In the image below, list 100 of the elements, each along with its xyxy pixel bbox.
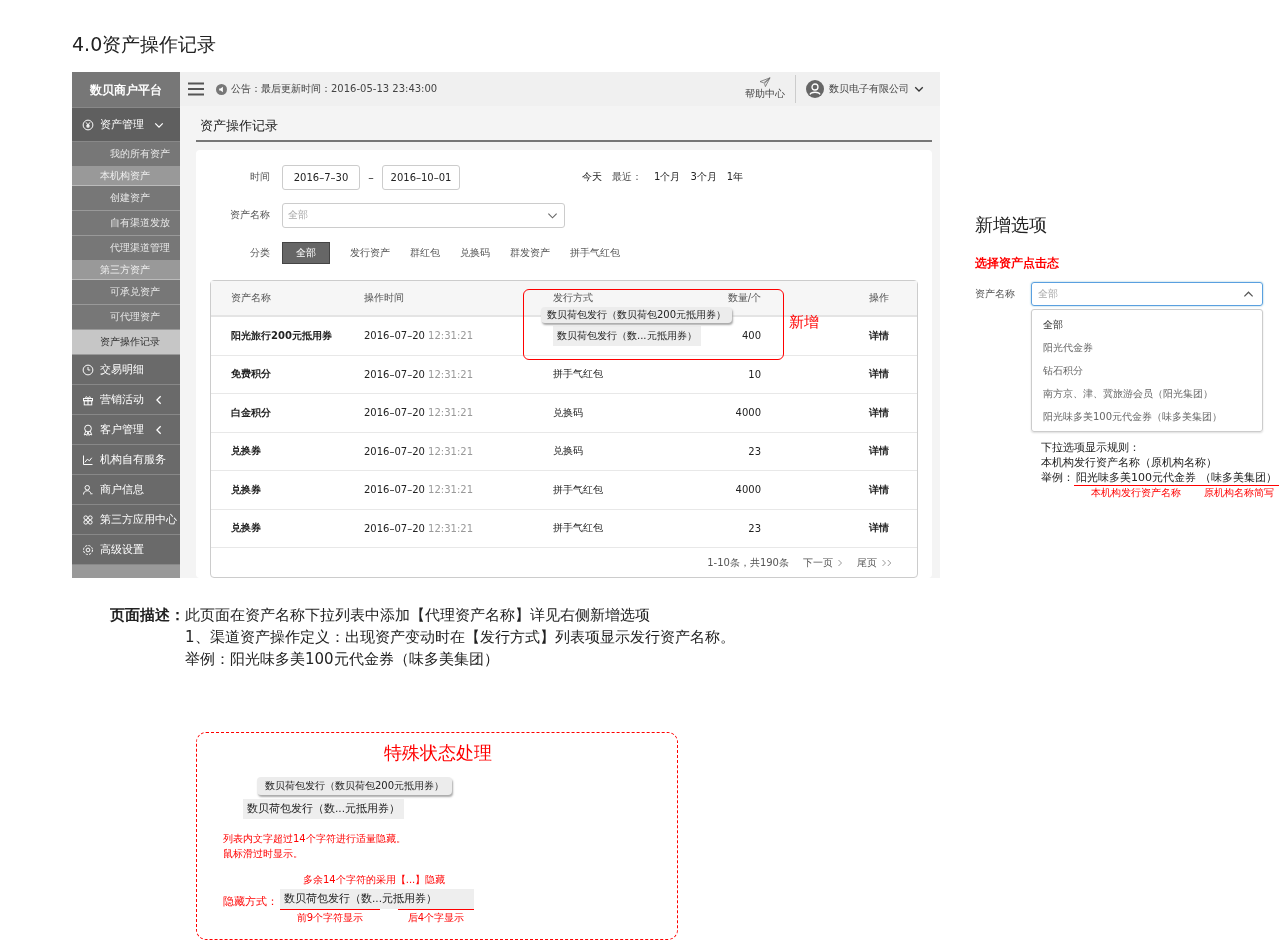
- clock-icon: [82, 363, 94, 376]
- today-link[interactable]: 今天: [582, 170, 602, 184]
- field-label: 资产名称: [229, 208, 270, 222]
- avatar-icon: [806, 80, 824, 98]
- menu-item[interactable]: 客户管理: [72, 415, 180, 445]
- dropdown-option[interactable]: 全部: [1032, 313, 1262, 336]
- chart-icon: [82, 453, 94, 466]
- detail-link[interactable]: 详情: [869, 368, 889, 380]
- menu-item[interactable]: 机构自有服务: [72, 445, 180, 475]
- truncated-cell[interactable]: 数贝荷包发行（数...元抵用券）: [553, 325, 701, 346]
- submenu-item[interactable]: 资产操作记录: [72, 330, 180, 355]
- operation-time: 12:31:21: [428, 368, 473, 380]
- table-cell: 23: [748, 445, 761, 457]
- range-link[interactable]: 1年: [726, 170, 744, 184]
- submenu-item[interactable]: 自有渠道发放: [72, 211, 180, 236]
- category-tab[interactable]: 兑换码: [460, 243, 490, 263]
- chevron-right-icon: [837, 558, 843, 567]
- table-cell: 400: [741, 330, 761, 342]
- date-field[interactable]: 2016–10–01: [382, 164, 460, 190]
- operation-time: 12:31:21: [428, 445, 473, 457]
- range-link[interactable]: 3个月: [690, 170, 717, 184]
- section-title: 特殊状态处理: [383, 741, 493, 765]
- table-cell: 兑换码: [553, 445, 583, 457]
- annotation-text: 鼠标滑过时显示。: [223, 847, 304, 861]
- chevron-left-icon: [154, 424, 164, 435]
- column-header: 操作: [868, 291, 890, 305]
- rule-text: 本机构发行资产名称（原机构名称）: [1041, 455, 1218, 470]
- category-tab[interactable]: 发行资产: [350, 243, 390, 263]
- paper-plane-icon: [759, 77, 771, 87]
- field-label: 资产名称: [975, 287, 1016, 301]
- operation-date: 2016–07–20: [364, 484, 425, 496]
- submenu-item[interactable]: 代理渠道管理: [72, 236, 180, 261]
- help-center-button[interactable]: 帮助中心: [745, 77, 785, 101]
- truncated-cell: 数贝荷包发行（数...元抵用券）: [243, 799, 404, 819]
- table-cell-text: 白金积分: [231, 405, 272, 420]
- notice-text: 公告：最后更新时间：2016-05-13 23:43:00: [231, 82, 438, 96]
- truncated-cell: 数贝荷包发行（数...元抵用券）: [280, 889, 474, 909]
- category-tab[interactable]: 群发资产: [510, 243, 550, 263]
- submenu-item[interactable]: 可承兑资产: [72, 280, 180, 305]
- column-header: 操作时间: [364, 291, 405, 305]
- gift-icon: [82, 393, 94, 406]
- example-text: 阳光味多美100元代金券: [1074, 470, 1198, 486]
- chevron-left-icon: [154, 394, 164, 405]
- menu-item[interactable]: 第三方应用中心: [72, 505, 180, 535]
- table-cell: 拼手气红包: [553, 483, 603, 495]
- operation-date: 2016–07–20: [364, 445, 425, 457]
- user-icon: [82, 483, 94, 496]
- menu-item[interactable]: 商户信息: [72, 475, 180, 505]
- category-tab[interactable]: 全部: [282, 242, 330, 264]
- table-cell: 拼手气红包: [553, 522, 603, 534]
- column-header: 发行方式: [553, 291, 594, 305]
- column-header: 资产名称: [231, 291, 272, 305]
- annotation-text: 选择资产点击态: [975, 255, 1060, 272]
- last-page-link[interactable]: 尾页: [857, 555, 893, 570]
- category-tab[interactable]: 拼手气红包: [570, 243, 620, 263]
- detail-link[interactable]: 详情: [869, 483, 889, 495]
- field-label: 时间: [249, 170, 270, 184]
- range-link[interactable]: 1个月: [654, 170, 681, 184]
- table-cell: 23: [748, 522, 761, 534]
- menu-icon[interactable]: [188, 82, 204, 96]
- table-cell: 兑换码: [553, 406, 583, 418]
- annotation-text: 列表内文字超过14个字符进行适量隐藏。: [223, 832, 407, 846]
- dropdown-option[interactable]: 阳光代金券: [1032, 336, 1262, 359]
- detail-link[interactable]: 详情: [869, 522, 889, 534]
- table-cell-text: 兑换券: [231, 444, 262, 459]
- menu-item[interactable]: 高级设置: [72, 535, 180, 565]
- brand-name: 数贝商户平台: [72, 72, 180, 108]
- dropdown-option[interactable]: 钻石积分: [1032, 359, 1262, 382]
- detail-link[interactable]: 详情: [869, 445, 889, 457]
- annotation-text: 本机构发行资产名称: [1091, 486, 1181, 499]
- menu-item[interactable]: 交易明细: [72, 355, 180, 385]
- table-cell: 10: [748, 368, 761, 380]
- detail-link[interactable]: 详情: [869, 329, 889, 341]
- menu-item[interactable]: 资产管理: [72, 108, 180, 142]
- account-menu[interactable]: 数贝电子有限公司: [806, 80, 924, 98]
- date-field[interactable]: 2016–7–30: [282, 164, 360, 190]
- table-cell: 拼手气红包: [553, 368, 603, 380]
- submenu-item[interactable]: 可代理资产: [72, 305, 180, 330]
- operation-time: 12:31:21: [428, 484, 473, 496]
- ribbon-icon: [82, 423, 94, 436]
- field-label: 分类: [249, 246, 270, 260]
- rule-text: 下拉选项显示规则：: [1041, 440, 1141, 455]
- operation-time: 12:31:21: [428, 522, 473, 534]
- double-chevron-icon: [881, 558, 893, 567]
- annotation-text: 原机构名称简写: [1203, 486, 1274, 499]
- recent-label: 最近：: [612, 170, 642, 184]
- operation-date: 2016–07–20: [364, 407, 425, 419]
- detail-link[interactable]: 详情: [869, 406, 889, 418]
- example-label: 举例：: [1041, 470, 1074, 485]
- next-page-link[interactable]: 下一页: [803, 555, 843, 570]
- speaker-icon: [216, 83, 227, 95]
- menu-item[interactable]: 营销活动: [72, 385, 180, 415]
- annotation-label: 新增: [789, 313, 819, 332]
- submenu-item[interactable]: 创建资产: [72, 186, 180, 211]
- section-title: 新增选项: [975, 213, 1048, 237]
- menu-group-heading: 本机构资产: [72, 167, 180, 186]
- submenu-item[interactable]: 我的所有资产: [72, 142, 180, 167]
- dropdown-option[interactable]: 阳光味多美100元代金券（味多美集团）: [1032, 405, 1262, 428]
- category-tab[interactable]: 群红包: [410, 243, 440, 263]
- dropdown-option[interactable]: 南方京、津、冀旅游会员（阳光集团）: [1032, 382, 1262, 405]
